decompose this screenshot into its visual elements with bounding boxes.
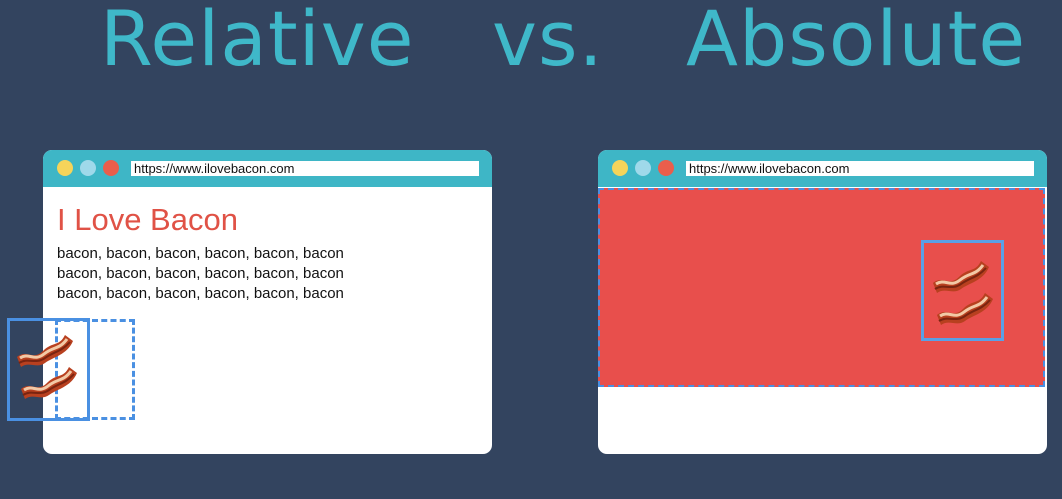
heading-vs: vs. — [492, 0, 604, 83]
red-dot-icon[interactable] — [658, 160, 674, 176]
address-bar[interactable]: https://www.ilovebacon.com — [686, 161, 1034, 176]
page-body-text: bacon, bacon, bacon, bacon, bacon, bacon… — [57, 244, 417, 304]
address-bar[interactable]: https://www.ilovebacon.com — [131, 161, 479, 176]
bacon-icon — [17, 335, 77, 399]
blue-dot-icon[interactable] — [635, 160, 651, 176]
body-line: bacon, bacon, bacon, bacon, bacon, bacon — [57, 245, 344, 262]
positioned-parent-block — [598, 188, 1045, 387]
slide: Relative vs. Absolute https://www.iloveb… — [0, 0, 1062, 499]
absolute-browser-window: https://www.ilovebacon.com — [598, 150, 1047, 454]
yellow-dot-icon[interactable] — [612, 160, 628, 176]
browser-titlebar: https://www.ilovebacon.com — [598, 150, 1047, 187]
red-dot-icon[interactable] — [103, 160, 119, 176]
bacon-icon — [933, 261, 993, 325]
body-line: bacon, bacon, bacon, bacon, bacon, bacon — [57, 265, 344, 282]
absolute-position-box — [921, 240, 1004, 341]
page-title: I Love Bacon — [57, 202, 238, 237]
body-line: bacon, bacon, bacon, bacon, bacon, bacon — [57, 285, 344, 302]
blue-dot-icon[interactable] — [80, 160, 96, 176]
heading-relative: Relative — [100, 0, 415, 83]
yellow-dot-icon[interactable] — [57, 160, 73, 176]
browser-titlebar: https://www.ilovebacon.com — [43, 150, 492, 187]
heading-absolute: Absolute — [686, 0, 1027, 83]
